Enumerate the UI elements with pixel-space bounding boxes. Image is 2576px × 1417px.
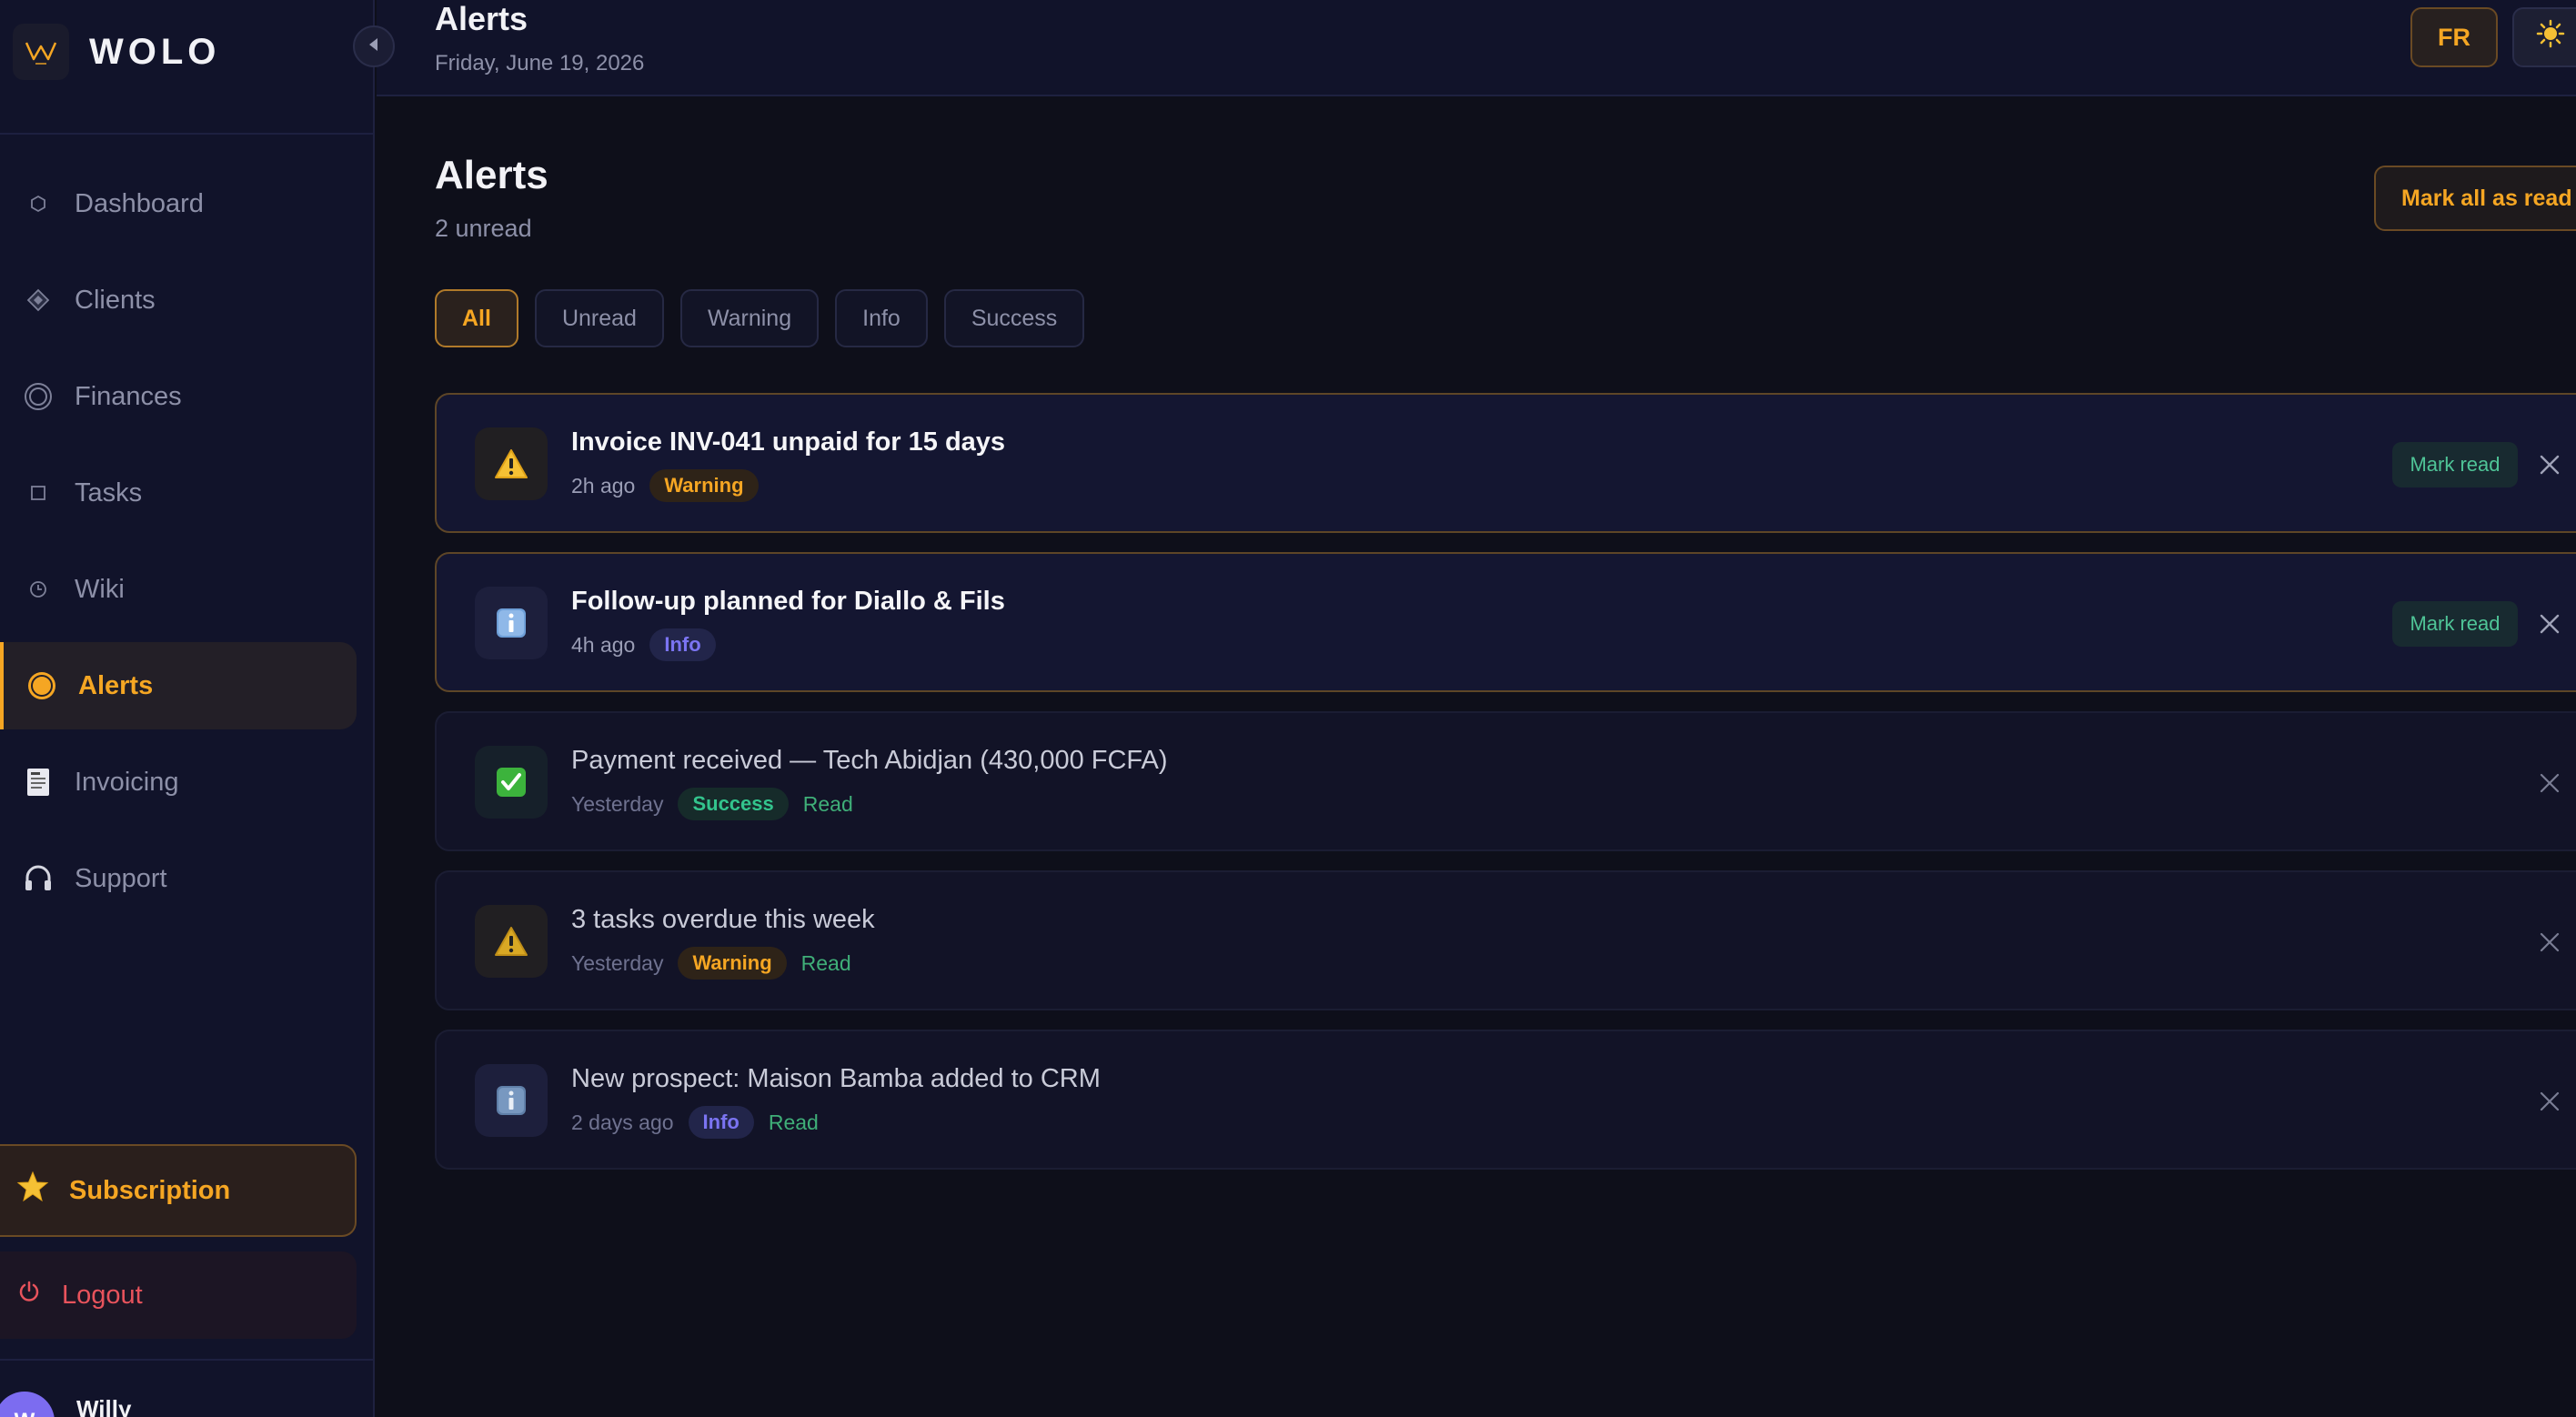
- type-badge: Warning: [649, 469, 759, 502]
- alert-time: 2h ago: [571, 473, 636, 497]
- alert-title: Invoice INV-041 unpaid for 15 days: [571, 427, 1006, 457]
- clock-icon: [20, 579, 56, 599]
- read-tag: Read: [768, 1110, 819, 1134]
- warning-icon: [475, 905, 548, 978]
- page-title: Alerts: [435, 0, 528, 37]
- alert-time: 2 days ago: [571, 1110, 674, 1134]
- user-profile[interactable]: W Willy: [0, 1392, 131, 1417]
- alert-title: Payment received — Tech Abidjan (430,000…: [571, 746, 1168, 775]
- star-icon: [16, 1171, 49, 1211]
- subscription-button[interactable]: Subscription: [0, 1144, 357, 1237]
- sidebar-item-label: Clients: [75, 285, 156, 315]
- mark-read-button[interactable]: Mark read: [2392, 442, 2518, 487]
- divider: [0, 133, 373, 135]
- user-name: Willy: [76, 1395, 132, 1417]
- sidebar-item-wiki[interactable]: Wiki: [0, 546, 357, 633]
- logo: [13, 24, 69, 80]
- sidebar-item-label: Alerts: [78, 670, 154, 700]
- section-title: Alerts: [435, 153, 548, 197]
- check-icon: [475, 746, 548, 819]
- brand[interactable]: WOLO: [13, 24, 358, 80]
- avatar: W: [0, 1392, 55, 1417]
- alert-item[interactable]: New prospect: Maison Bamba added to CRM …: [435, 1030, 2576, 1170]
- close-icon[interactable]: [2532, 447, 2567, 482]
- sidebar-item-alerts[interactable]: Alerts: [0, 642, 357, 729]
- type-badge: Info: [649, 628, 716, 661]
- sidebar-item-support[interactable]: Support: [0, 835, 357, 922]
- alert-item[interactable]: Invoice INV-041 unpaid for 15 days 2h ag…: [435, 393, 2576, 533]
- sidebar-nav: Dashboard Clients Finances Tasks Wiki Al…: [0, 160, 357, 931]
- close-icon[interactable]: [2532, 766, 2567, 800]
- sidebar-item-dashboard[interactable]: Dashboard: [0, 160, 357, 247]
- info-icon: [475, 587, 548, 659]
- language-button[interactable]: FR: [2410, 7, 2498, 67]
- type-badge: Success: [678, 788, 789, 820]
- divider: [0, 1359, 373, 1361]
- square-icon: [20, 484, 56, 502]
- alert-list: Invoice INV-041 unpaid for 15 days 2h ag…: [435, 393, 2576, 1189]
- sidebar-item-label: Wiki: [75, 574, 125, 604]
- alert-time: 4h ago: [571, 632, 636, 657]
- subscription-label: Subscription: [69, 1175, 231, 1205]
- collapse-sidebar-button[interactable]: [353, 25, 395, 67]
- close-icon[interactable]: [2532, 925, 2567, 960]
- sun-icon: [2536, 19, 2565, 55]
- mark-read-button[interactable]: Mark read: [2392, 601, 2518, 647]
- sidebar-item-tasks[interactable]: Tasks: [0, 449, 357, 537]
- filter-tabs: All Unread Warning Info Success: [435, 289, 1101, 347]
- alert-meta: Yesterday Warning Read: [571, 947, 851, 980]
- sidebar-item-label: Invoicing: [75, 767, 179, 797]
- chevron-left-icon: [367, 36, 381, 57]
- logout-button[interactable]: Logout: [0, 1251, 357, 1339]
- alert-item[interactable]: Payment received — Tech Abidjan (430,000…: [435, 711, 2576, 851]
- alert-meta: Yesterday Success Read: [571, 788, 853, 820]
- type-badge: Warning: [678, 947, 787, 980]
- warning-icon: [475, 427, 548, 500]
- unread-count: 2 unread: [435, 215, 532, 242]
- target-icon: [20, 381, 56, 412]
- sidebar-item-label: Support: [75, 863, 167, 893]
- close-icon[interactable]: [2532, 607, 2567, 641]
- alert-meta: 2 days ago Info Read: [571, 1106, 819, 1139]
- brand-name: WOLO: [89, 31, 221, 72]
- read-tag: Read: [802, 791, 853, 816]
- theme-toggle-button[interactable]: [2512, 7, 2576, 67]
- sidebar: WOLO Dashboard Clients Finances Tasks Wi…: [0, 0, 375, 1417]
- alert-title: 3 tasks overdue this week: [571, 905, 875, 934]
- alert-item[interactable]: Follow-up planned for Diallo & Fils 4h a…: [435, 552, 2576, 692]
- logout-label: Logout: [62, 1280, 143, 1310]
- current-date: Friday, June 19, 2026: [435, 51, 645, 75]
- close-icon[interactable]: [2532, 1084, 2567, 1119]
- topbar: Alerts Friday, June 19, 2026 FR: [377, 0, 2576, 96]
- alert-time: Yesterday: [571, 791, 664, 816]
- type-badge: Info: [688, 1106, 754, 1139]
- read-tag: Read: [800, 950, 851, 975]
- alert-title: Follow-up planned for Diallo & Fils: [571, 587, 1005, 616]
- filter-unread[interactable]: Unread: [534, 289, 664, 347]
- receipt-icon: [20, 767, 56, 798]
- filter-all[interactable]: All: [435, 289, 518, 347]
- alert-dot-icon: [24, 670, 60, 701]
- alert-item[interactable]: 3 tasks overdue this week Yesterday Warn…: [435, 870, 2576, 1010]
- headphones-icon: [20, 863, 56, 894]
- sidebar-item-label: Finances: [75, 381, 182, 411]
- sidebar-item-finances[interactable]: Finances: [0, 353, 357, 440]
- sidebar-item-label: Tasks: [75, 477, 143, 508]
- power-icon: [16, 1279, 42, 1311]
- mark-all-read-button[interactable]: Mark all as read: [2374, 166, 2576, 231]
- filter-info[interactable]: Info: [835, 289, 928, 347]
- alert-time: Yesterday: [571, 950, 664, 975]
- alert-title: New prospect: Maison Bamba added to CRM: [571, 1064, 1101, 1093]
- filter-warning[interactable]: Warning: [679, 289, 820, 347]
- filter-success[interactable]: Success: [943, 289, 1085, 347]
- hexagon-icon: [20, 194, 56, 214]
- sidebar-item-label: Dashboard: [75, 188, 204, 218]
- alert-meta: 2h ago Warning: [571, 469, 759, 502]
- diamond-icon: [20, 287, 56, 313]
- sidebar-item-clients[interactable]: Clients: [0, 256, 357, 344]
- alert-meta: 4h ago Info: [571, 628, 716, 661]
- sidebar-item-invoicing[interactable]: Invoicing: [0, 739, 357, 826]
- info-icon: [475, 1064, 548, 1137]
